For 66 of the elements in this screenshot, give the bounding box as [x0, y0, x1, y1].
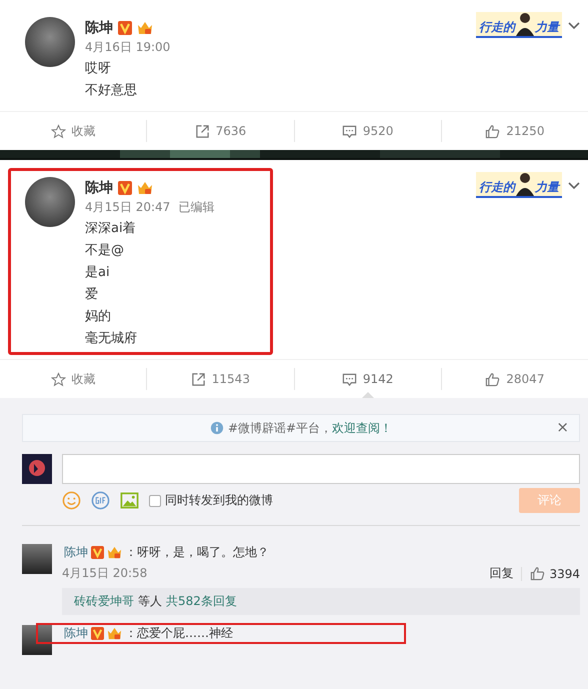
- avatar[interactable]: [25, 17, 75, 67]
- gif-icon[interactable]: [91, 491, 110, 510]
- image-icon[interactable]: [120, 491, 139, 510]
- promo-badge[interactable]: 行走的 力量: [476, 172, 562, 198]
- comment-action[interactable]: 9142: [338, 370, 398, 388]
- crown-icon: [137, 20, 153, 36]
- emoji-icon[interactable]: [62, 491, 81, 510]
- post-text: 是ai: [85, 264, 111, 282]
- repost-action[interactable]: 7636: [190, 122, 250, 140]
- post-text: 深深ai着: [85, 220, 137, 238]
- replies-text: 等人: [138, 593, 162, 610]
- comment-icon: [342, 372, 357, 386]
- thumbs-up-icon: [485, 124, 500, 138]
- edited-label[interactable]: 已编辑: [178, 200, 214, 214]
- like-button[interactable]: 3394: [530, 566, 580, 581]
- post-text: 不好意思: [85, 82, 138, 100]
- comment-action[interactable]: 9520: [338, 122, 398, 140]
- verified-icon: [118, 21, 132, 35]
- verified-icon: [91, 627, 104, 640]
- repost-action[interactable]: 11543: [186, 370, 254, 388]
- promo-badge[interactable]: 行走的 力量: [476, 12, 562, 38]
- author-name[interactable]: 陈坤: [64, 544, 88, 561]
- star-icon: [50, 372, 66, 386]
- replies-link[interactable]: 共582条回复: [166, 593, 237, 610]
- chevron-down-icon[interactable]: [568, 182, 580, 190]
- comment-input[interactable]: [62, 454, 580, 484]
- post-time[interactable]: 4月16日 19:00: [85, 40, 170, 54]
- star-icon: [50, 124, 66, 138]
- pointer-caret: [362, 392, 374, 398]
- post-text: 爱: [85, 286, 99, 304]
- chevron-down-icon[interactable]: [568, 22, 580, 30]
- author-name[interactable]: 陈坤: [64, 625, 88, 642]
- crown-icon: [137, 180, 153, 196]
- comment-text: ：恋爱个屁……神经: [125, 625, 233, 642]
- comment-time: 4月15日 20:58: [62, 565, 148, 582]
- author-name[interactable]: 陈坤: [85, 19, 113, 37]
- like-action[interactable]: 28047: [481, 370, 548, 388]
- notice-text: #微博辟谣#平台，: [228, 420, 332, 436]
- post-time[interactable]: 4月15日 20:47: [85, 200, 170, 214]
- user-avatar[interactable]: [22, 454, 52, 484]
- author-name[interactable]: 陈坤: [85, 179, 113, 197]
- thumbs-up-icon: [485, 372, 500, 386]
- post-text: 毫无城府: [85, 330, 138, 348]
- close-button[interactable]: ×: [554, 418, 571, 436]
- notice-link[interactable]: 欢迎查阅！: [332, 420, 392, 436]
- post-text: 不是@: [85, 242, 125, 260]
- user-link[interactable]: 砖砖爱坤哥: [74, 593, 134, 610]
- share-icon: [194, 124, 210, 138]
- checkbox-label[interactable]: 同时转发到我的微博: [165, 492, 273, 509]
- favorite-action[interactable]: 收藏: [46, 120, 100, 142]
- like-action[interactable]: 21250: [481, 122, 548, 140]
- post-text: 妈的: [85, 308, 112, 326]
- verified-icon: [118, 181, 132, 195]
- avatar[interactable]: [25, 177, 75, 227]
- post-text: 哎呀: [85, 60, 112, 78]
- favorite-action[interactable]: 收藏: [46, 368, 100, 390]
- thumbs-up-icon: [530, 566, 546, 581]
- info-icon: [210, 421, 224, 435]
- comment-icon: [342, 124, 357, 138]
- checkbox[interactable]: [149, 494, 161, 506]
- crown-icon: [107, 626, 122, 641]
- share-icon: [190, 372, 206, 386]
- reply-link[interactable]: 回复: [489, 565, 514, 582]
- crown-icon: [107, 545, 122, 560]
- comment-text: ：呀呀，是，喝了。怎地？: [125, 544, 269, 561]
- verified-icon: [91, 546, 104, 559]
